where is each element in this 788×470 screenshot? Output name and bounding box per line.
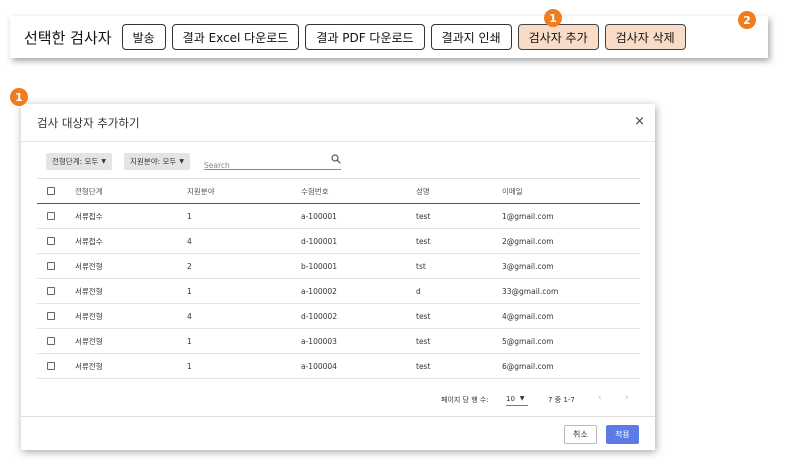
cell-email: 6@gmail.com <box>502 361 554 371</box>
cell-stage: 서류전형 <box>75 311 103 321</box>
cell-field: 1 <box>187 336 192 346</box>
cell-exam-number: a-100001 <box>301 211 337 221</box>
cell-stage: 서류전형 <box>75 286 103 296</box>
search-icon[interactable] <box>331 154 341 164</box>
caret-down-icon: ▼ <box>101 158 106 165</box>
cell-email: 1@gmail.com <box>502 211 554 221</box>
step-badge-1: 1 <box>544 9 562 27</box>
cell-field: 1 <box>187 286 192 296</box>
row-checkbox[interactable] <box>47 237 55 245</box>
cell-email: 5@gmail.com <box>502 336 554 346</box>
chevron-right-icon[interactable]: › <box>625 393 629 403</box>
table-header-row: 전형단계 지원분야 수험번호 성명 이메일 <box>37 179 640 204</box>
row-checkbox[interactable] <box>47 337 55 345</box>
field-filter-label: 지원분야: 모두 <box>130 157 177 166</box>
chevron-left-icon[interactable]: ‹ <box>598 393 602 403</box>
step-badge-2: 2 <box>738 11 756 29</box>
cell-exam-number: a-100004 <box>301 361 337 371</box>
table-row[interactable]: 서류전형 4 d-100002 test 4@gmail.com <box>37 304 640 329</box>
row-checkbox[interactable] <box>47 262 55 270</box>
examinee-table: 전형단계 지원분야 수험번호 성명 이메일 서류접수 1 a-100001 te… <box>37 178 640 379</box>
cell-email: 3@gmail.com <box>502 261 554 271</box>
table-row[interactable]: 서류전형 2 b-100001 tst 3@gmail.com <box>37 254 640 279</box>
cell-name: test <box>416 236 431 246</box>
print-result-button[interactable]: 결과지 인쇄 <box>430 24 512 50</box>
table-row[interactable]: 서류접수 1 a-100001 test 1@gmail.com <box>37 204 640 229</box>
column-header-stage[interactable]: 전형단계 <box>75 179 103 203</box>
row-checkbox[interactable] <box>47 312 55 320</box>
cancel-button[interactable]: 취소 <box>564 425 597 444</box>
cell-exam-number: d-100001 <box>301 236 338 246</box>
cell-exam-number: d-100002 <box>301 311 338 321</box>
column-header-exam-number[interactable]: 수험번호 <box>301 179 329 203</box>
step-badge-1-dialog: 1 <box>10 88 28 106</box>
excel-download-button[interactable]: 결과 Excel 다운로드 <box>171 24 300 50</box>
toolbar-label: 선택한 검사자 <box>24 28 112 47</box>
select-all-checkbox[interactable] <box>47 187 55 195</box>
dialog-title: 검사 대상자 추가하기 <box>37 116 140 130</box>
dialog-footer: 취소 적용 <box>21 416 655 450</box>
cell-name: test <box>416 211 431 221</box>
rows-per-page-select[interactable]: 10 ▼ <box>506 392 528 406</box>
dialog-header: 검사 대상자 추가하기 × <box>21 104 655 142</box>
column-header-field[interactable]: 지원분야 <box>187 179 215 203</box>
cell-stage: 서류전형 <box>75 336 103 346</box>
column-header-name[interactable]: 성명 <box>416 179 430 203</box>
row-checkbox[interactable] <box>47 362 55 370</box>
table-pagination: 페이지 당 행 수: 10 ▼ 7 중 1-7 ‹ › <box>37 391 640 409</box>
delete-examinee-button[interactable]: 검사자 삭제 <box>604 24 686 50</box>
search-field <box>204 153 341 173</box>
rows-per-page-label: 페이지 당 행 수: <box>441 396 489 404</box>
cell-stage: 서류전형 <box>75 361 103 371</box>
field-filter-dropdown[interactable]: 지원분야: 모두 ▼ <box>124 153 190 170</box>
cell-exam-number: b-100001 <box>301 261 338 271</box>
selected-examinee-toolbar: 선택한 검사자 발송 결과 Excel 다운로드 결과 PDF 다운로드 결과지… <box>10 16 768 58</box>
pagination-range: 7 중 1-7 <box>548 396 575 404</box>
cell-name: tst <box>416 261 426 271</box>
cell-name: d <box>416 286 421 296</box>
cell-field: 2 <box>187 261 192 271</box>
cell-field: 1 <box>187 211 192 221</box>
stage-filter-dropdown[interactable]: 전형단계: 모두 ▼ <box>46 153 112 170</box>
caret-down-icon: ▼ <box>519 395 525 402</box>
row-checkbox[interactable] <box>47 287 55 295</box>
cell-field: 4 <box>187 311 192 321</box>
cell-email: 4@gmail.com <box>502 311 554 321</box>
add-examinee-button[interactable]: 검사자 추가 <box>517 24 599 50</box>
cell-name: test <box>416 361 431 371</box>
pdf-download-button[interactable]: 결과 PDF 다운로드 <box>305 24 425 50</box>
cell-exam-number: a-100003 <box>301 336 337 346</box>
cell-exam-number: a-100002 <box>301 286 337 296</box>
stage-filter-label: 전형단계: 모두 <box>52 157 99 166</box>
cell-stage: 서류접수 <box>75 211 103 221</box>
cell-stage: 서류접수 <box>75 236 103 246</box>
cell-field: 4 <box>187 236 192 246</box>
search-input[interactable] <box>204 158 319 173</box>
cell-name: test <box>416 311 431 321</box>
cell-name: test <box>416 336 431 346</box>
table-row[interactable]: 서류전형 1 a-100003 test 5@gmail.com <box>37 329 640 354</box>
send-button[interactable]: 발송 <box>121 24 166 50</box>
rows-per-page-value: 10 <box>506 394 515 403</box>
add-examinee-dialog: 검사 대상자 추가하기 × 전형단계: 모두 ▼ 지원분야: 모두 ▼ 전형단계… <box>21 104 655 450</box>
column-header-email[interactable]: 이메일 <box>502 179 523 203</box>
caret-down-icon: ▼ <box>179 158 184 165</box>
row-checkbox[interactable] <box>47 212 55 220</box>
cell-email: 33@gmail.com <box>502 286 559 296</box>
table-row[interactable]: 서류접수 4 d-100001 test 2@gmail.com <box>37 229 640 254</box>
apply-button[interactable]: 적용 <box>606 425 639 444</box>
cell-stage: 서류전형 <box>75 261 103 271</box>
table-row[interactable]: 서류전형 1 a-100002 d 33@gmail.com <box>37 279 640 304</box>
close-icon[interactable]: × <box>634 114 645 129</box>
table-row[interactable]: 서류전형 1 a-100004 test 6@gmail.com <box>37 354 640 379</box>
cell-field: 1 <box>187 361 192 371</box>
cell-email: 2@gmail.com <box>502 236 554 246</box>
